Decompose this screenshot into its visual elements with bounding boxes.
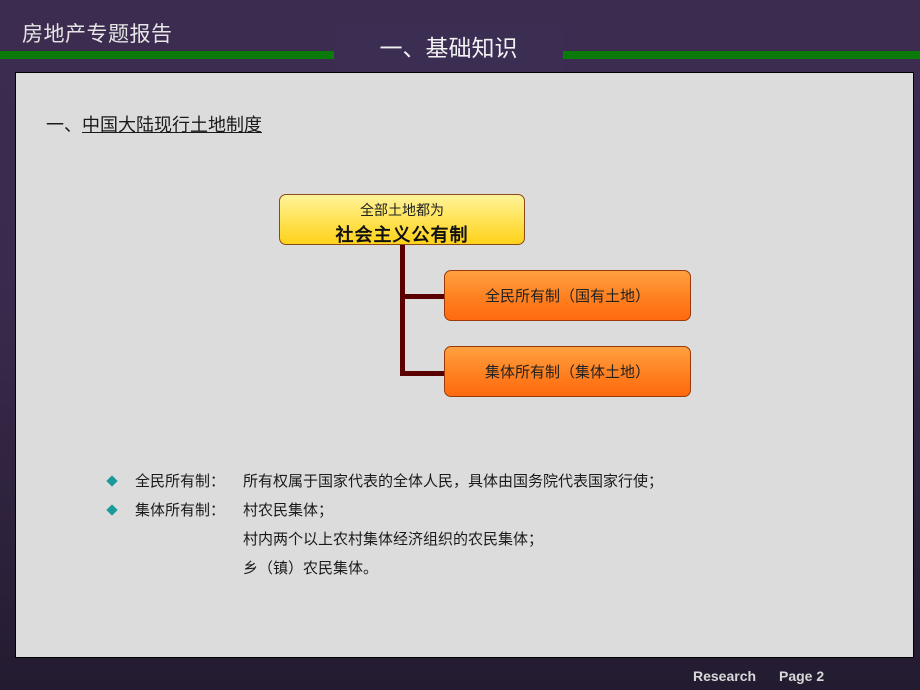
footer-page-number: Page 2 bbox=[779, 668, 825, 684]
content-panel: 一、中国大陆现行土地制度 全部土地都为 社会主义公有制 全民所有制（国有土地） … bbox=[15, 72, 914, 658]
subheading: 一、中国大陆现行土地制度 bbox=[46, 111, 262, 137]
footer-research: Research bbox=[693, 668, 757, 684]
connector-branch-1 bbox=[400, 294, 444, 299]
header-divider-left bbox=[0, 51, 334, 59]
diamond-bullet-icon bbox=[106, 475, 118, 487]
connector-branch-2 bbox=[400, 371, 444, 376]
subheading-prefix: 一、 bbox=[46, 115, 82, 136]
bullet-text: 所有权属于国家代表的全体人民，具体由国务院代表国家行使； bbox=[243, 472, 664, 490]
bullet-label: 全民所有制： bbox=[135, 472, 226, 490]
diamond-bullet-icon bbox=[106, 504, 118, 516]
bullet-text: 村内两个以上农村集体经济组织的农民集体； bbox=[243, 530, 544, 548]
root-box-line1: 全部土地都为 bbox=[360, 203, 444, 219]
connector-vertical bbox=[400, 245, 405, 376]
root-box-line2: 社会主义公有制 bbox=[335, 225, 469, 246]
bullet-label: 集体所有制： bbox=[135, 501, 226, 519]
diagram-branch-box: 集体所有制（集体土地） bbox=[444, 346, 691, 397]
subheading-text: 中国大陆现行土地制度 bbox=[82, 115, 262, 136]
report-title: 房地产专题报告 bbox=[22, 22, 173, 46]
diagram-root-box: 全部土地都为 社会主义公有制 bbox=[279, 194, 525, 246]
bullet-text: 村农民集体； bbox=[243, 501, 334, 519]
section-title: 一、基础知识 bbox=[334, 26, 563, 72]
bullet-text: 乡（镇）农民集体。 bbox=[243, 559, 379, 577]
diagram-branch-box: 全民所有制（国有土地） bbox=[444, 270, 691, 321]
header-divider-right bbox=[563, 51, 920, 59]
